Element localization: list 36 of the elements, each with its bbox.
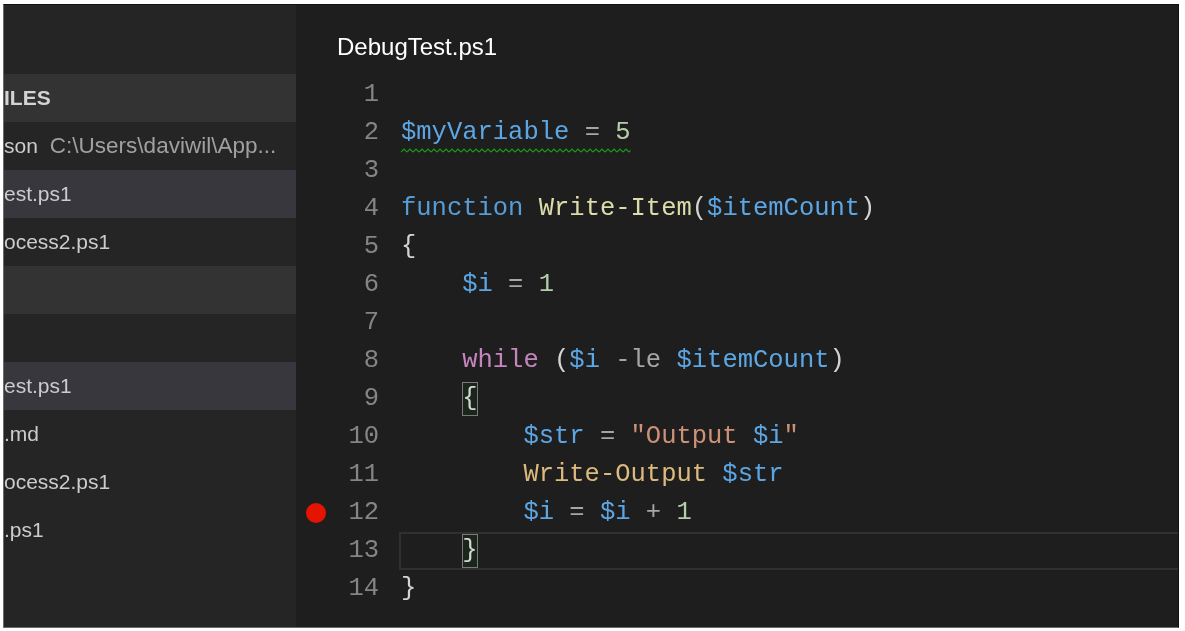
matched-bracket: { (462, 382, 478, 416)
code-line: $myVariable = 5 (401, 118, 631, 147)
line-number: 3 (362, 155, 379, 187)
line-number: 14 (347, 573, 379, 605)
file-tab-title[interactable]: DebugTest.ps1 (337, 34, 498, 60)
line-number: 6 (362, 269, 379, 301)
line-number: 11 (347, 459, 379, 491)
line-number: 4 (362, 193, 379, 225)
file-list-item[interactable]: ocess2.ps1 (4, 458, 296, 506)
file-path: C:\Users\daviwil\App... (49, 133, 277, 159)
file-list-item[interactable]: .md (4, 410, 296, 458)
matched-bracket: } (462, 534, 478, 568)
line-number: 7 (362, 307, 379, 339)
file-list-item[interactable]: son C:\Users\daviwil\App... (4, 122, 296, 170)
code-line: $str = "Output $i" (523, 422, 799, 451)
line-number: 8 (362, 345, 379, 377)
line-number: 1 (362, 79, 379, 111)
code-line: } (401, 574, 417, 603)
line-number: 12 (347, 497, 379, 529)
code-line: function Write-Item($itemCount) (401, 194, 876, 223)
section-header[interactable]: ILES (4, 74, 296, 122)
file-list-item[interactable]: .ps1 (4, 506, 296, 554)
line-number: 2 (362, 117, 379, 149)
line-number: 9 (362, 383, 379, 415)
file-list-item[interactable]: est.ps1 (4, 362, 296, 410)
line-number: 5 (362, 231, 379, 263)
line-number: 13 (347, 535, 379, 567)
code-line: Write-Output $str (523, 460, 784, 489)
file-list-item[interactable]: est.ps1 (4, 170, 296, 218)
code-line: { (401, 232, 417, 261)
line-number: 10 (347, 421, 379, 453)
file-list-item[interactable]: ocess2.ps1 (4, 218, 296, 266)
code-line: $i = 1 (462, 270, 555, 299)
code-line: $i = $i + 1 (523, 498, 692, 527)
code-line: while ($i -le $itemCount) (462, 346, 845, 375)
breakpoint-icon[interactable] (306, 503, 326, 523)
